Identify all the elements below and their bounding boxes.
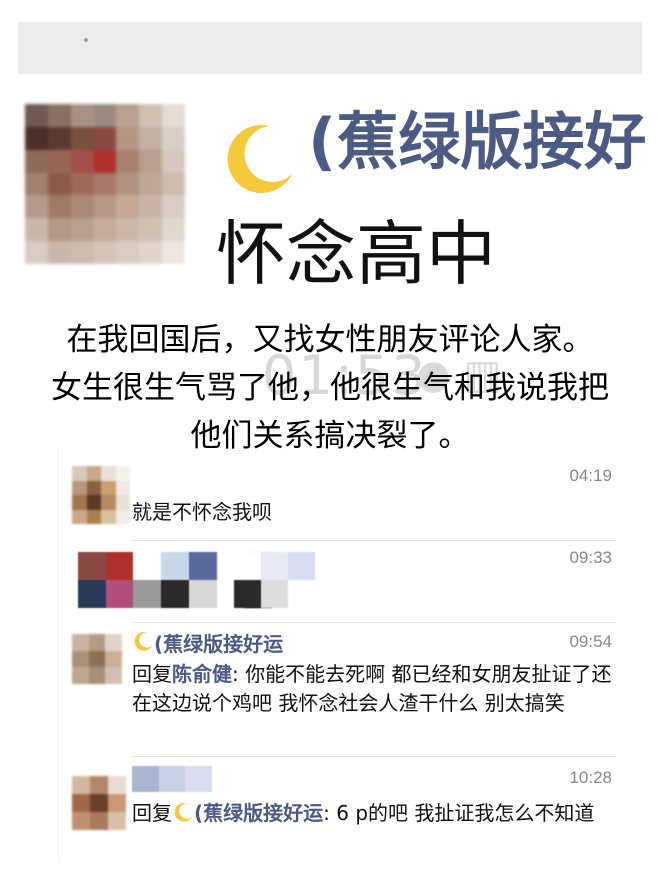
crescent-moon-icon (134, 631, 153, 651)
caption-line-2: 女生很生气骂了他，他很生气和我说我把 (51, 370, 609, 406)
comment-item[interactable]: 10:28 回复 (蕉绿版接好运: 6 p的吧 我扯证我怎么不知道 (60, 754, 642, 864)
blurred-content (234, 552, 342, 608)
crescent-moon-icon (174, 802, 193, 822)
comment-text: 就是不怀念我呗 (132, 500, 272, 524)
comment-item[interactable]: (蕉绿版接好运 09:54 回复陈俞健: 你能不能去死啊 都已经和女朋友扯证了还… (60, 620, 642, 760)
comment-list: 04:19 就是不怀念我呗 09:33 (蕉绿版接好运 09:54 回复陈俞健:… (58, 448, 642, 864)
comment-item[interactable]: 09:33 (60, 538, 642, 628)
group-name: (蕉绿版接好 (308, 108, 647, 177)
top-bar (18, 22, 642, 74)
author-name[interactable]: (蕉绿版接好运 (154, 628, 283, 657)
timestamp: 10:28 (569, 768, 612, 787)
timestamp: 09:54 (569, 632, 612, 651)
crescent-moon-icon (227, 124, 292, 193)
reply-to-name[interactable]: 陈俞健 (172, 662, 232, 686)
comment-text: 回复陈俞健: 你能不能去死啊 都已经和女朋友扯证了还在这边说个鸡吧 我怀念社会人… (132, 662, 612, 715)
timestamp: 09:33 (569, 548, 612, 567)
group-title: 怀念高中 (216, 213, 496, 295)
blurred-content (132, 766, 212, 792)
status-dot (84, 38, 88, 42)
comment-item[interactable]: 04:19 就是不怀念我呗 (60, 460, 642, 540)
group-avatar (25, 104, 185, 264)
avatar[interactable] (72, 466, 130, 524)
avatar[interactable] (72, 634, 122, 684)
caption-line-1: 在我回国后，又找女性朋友评论人家。 (66, 322, 594, 358)
caption-line-3: 他们关系搞决裂了。 (190, 418, 470, 454)
reply-to-name[interactable]: (蕉绿版接好运 (194, 801, 323, 825)
avatar[interactable] (72, 776, 126, 830)
comment-text: 回复 (蕉绿版接好运: 6 p的吧 我扯证我怎么不知道 (132, 801, 595, 825)
timestamp: 04:19 (569, 466, 612, 485)
